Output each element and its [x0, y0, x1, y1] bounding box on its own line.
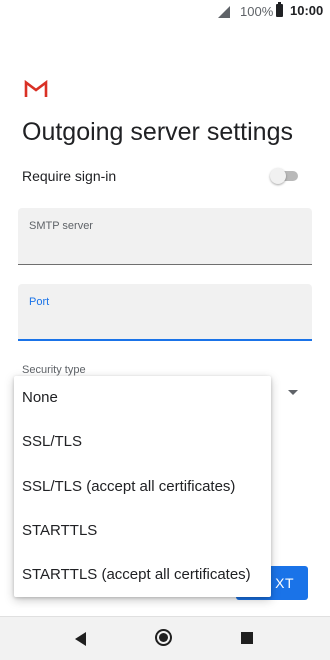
- require-signin-label: Require sign-in: [22, 168, 117, 184]
- clock: 10:00: [290, 3, 324, 18]
- home-icon[interactable]: [155, 629, 172, 646]
- smtp-server-label: SMTP server: [29, 220, 93, 232]
- status-bar: 100% 10:00: [0, 0, 330, 24]
- port-field[interactable]: Port: [18, 284, 312, 341]
- dropdown-arrow-icon[interactable]: [288, 390, 298, 395]
- battery-icon: [276, 2, 283, 17]
- signal-icon: [218, 6, 230, 18]
- back-icon[interactable]: [75, 632, 86, 646]
- security-type-label: Security type: [22, 364, 86, 376]
- recents-icon[interactable]: [241, 632, 253, 644]
- gmail-icon: [24, 80, 48, 97]
- menu-item-starttls[interactable]: STARTTLS: [14, 509, 271, 553]
- menu-item-ssl-tls[interactable]: SSL/TLS: [14, 420, 271, 464]
- navigation-bar: [0, 616, 330, 660]
- require-signin-toggle[interactable]: [270, 168, 298, 184]
- port-label: Port: [29, 296, 50, 308]
- menu-item-starttls-accept-all[interactable]: STARTTLS (accept all certificates): [14, 553, 271, 597]
- security-type-menu: None SSL/TLS SSL/TLS (accept all certifi…: [14, 376, 271, 597]
- smtp-server-field[interactable]: SMTP server: [18, 208, 312, 265]
- menu-item-ssl-tls-accept-all[interactable]: SSL/TLS (accept all certificates): [14, 465, 271, 509]
- menu-item-none[interactable]: None: [14, 376, 271, 420]
- toggle-thumb: [270, 168, 286, 184]
- next-button-label: XT: [275, 575, 294, 591]
- battery-percent: 100%: [240, 4, 274, 19]
- page-title: Outgoing server settings: [22, 118, 293, 146]
